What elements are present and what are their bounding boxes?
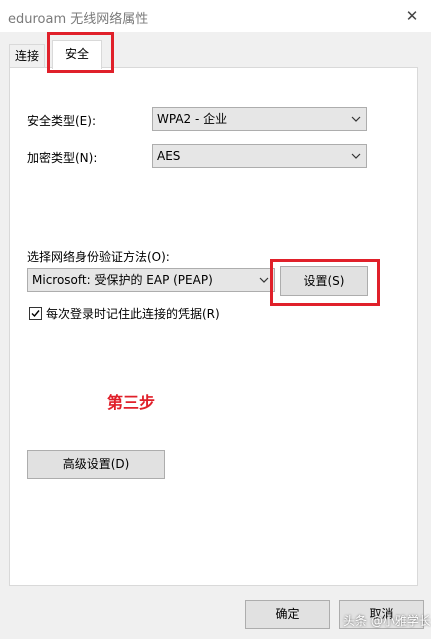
security-type-value: WPA2 - 企业 <box>157 112 228 126</box>
settings-button[interactable]: 设置(S) <box>280 266 368 296</box>
checkmark-icon <box>31 310 40 318</box>
security-type-label: 安全类型(E): <box>27 114 96 128</box>
chevron-down-icon <box>351 145 361 176</box>
watermark: 头条 @小雅学长 <box>343 614 431 628</box>
title-bar: eduroam 无线网络属性 ✕ <box>0 0 431 32</box>
chevron-down-icon <box>351 108 361 139</box>
security-type-select[interactable]: WPA2 - 企业 <box>152 107 367 131</box>
close-icon: ✕ <box>405 7 419 25</box>
chevron-down-icon <box>259 269 269 300</box>
encryption-type-value: AES <box>157 149 181 163</box>
tab-security[interactable]: 安全 <box>52 40 102 69</box>
auth-method-select[interactable]: Microsoft: 受保护的 EAP (PEAP) <box>27 268 275 292</box>
close-button[interactable]: ✕ <box>398 4 426 28</box>
encryption-type-label: 加密类型(N): <box>27 151 98 165</box>
advanced-settings-button[interactable]: 高级设置(D) <box>27 450 165 479</box>
remember-credentials-label: 每次登录时记住此连接的凭据(R) <box>46 307 220 321</box>
auth-method-value: Microsoft: 受保护的 EAP (PEAP) <box>32 273 213 287</box>
step-annotation: 第三步 <box>107 393 156 412</box>
encryption-type-select[interactable]: AES <box>152 144 367 168</box>
ok-button[interactable]: 确定 <box>245 600 330 629</box>
window-title: eduroam 无线网络属性 <box>8 12 149 27</box>
remember-credentials-checkbox[interactable] <box>29 307 42 320</box>
tab-connection[interactable]: 连接 <box>9 44 45 67</box>
auth-method-label: 选择网络身份验证方法(O): <box>27 250 170 264</box>
